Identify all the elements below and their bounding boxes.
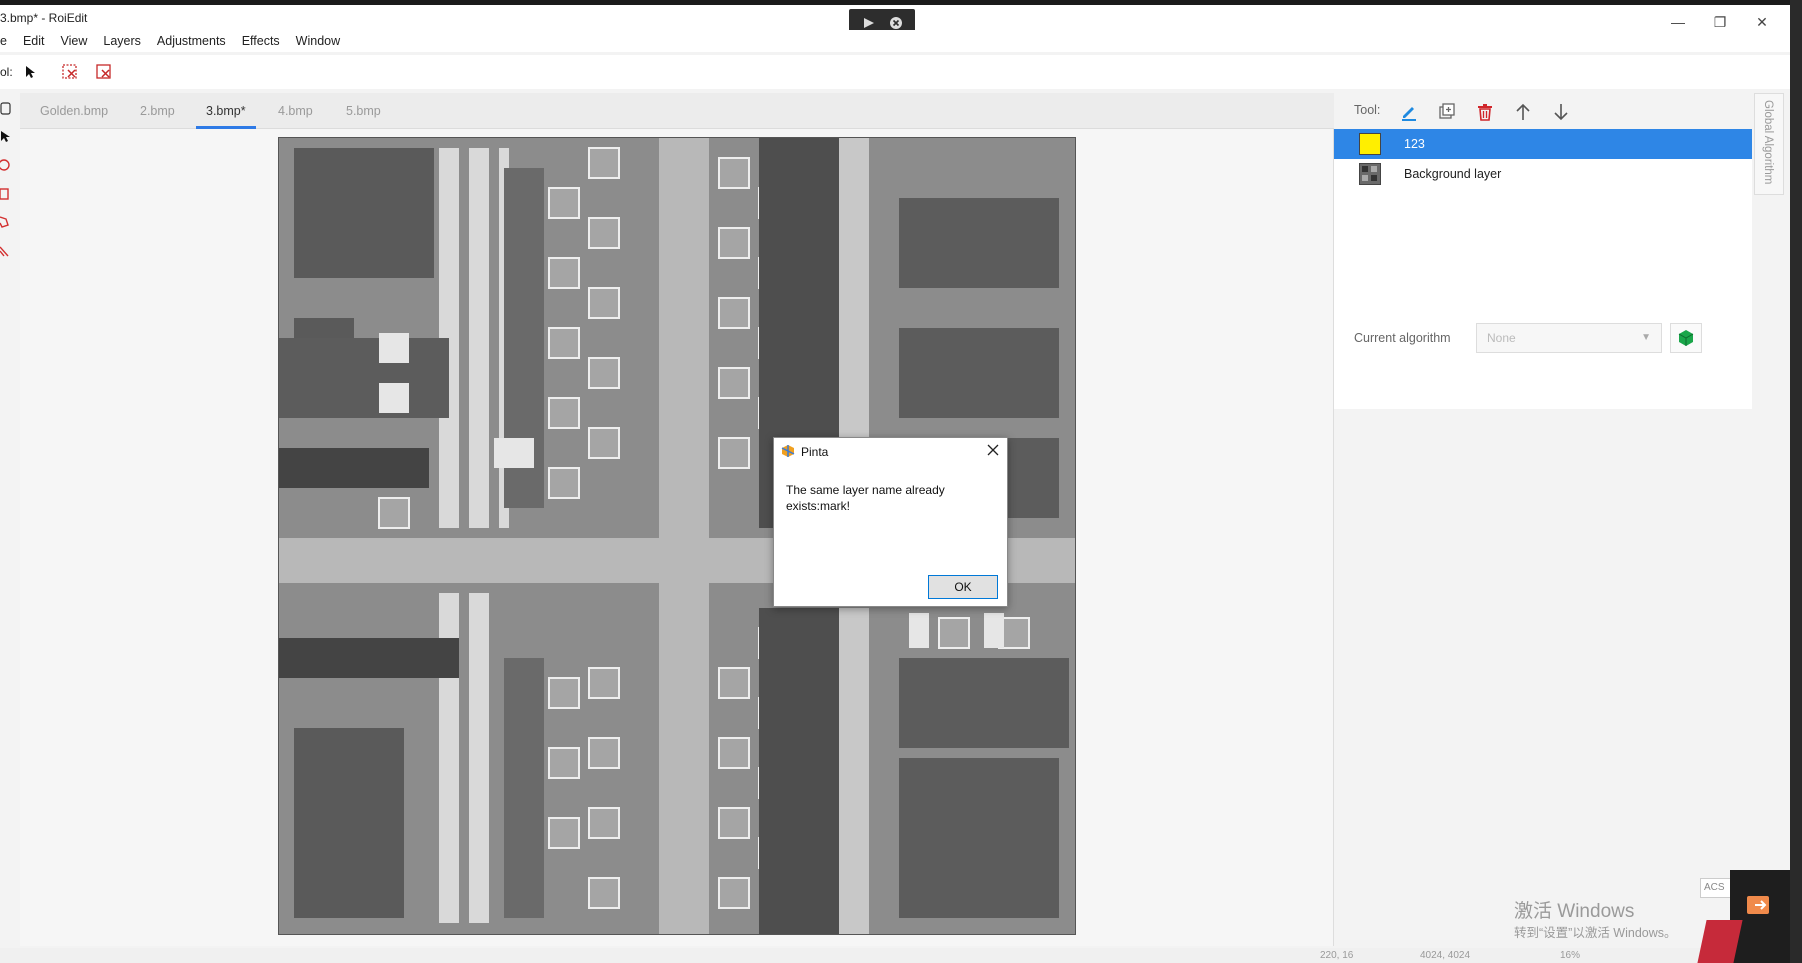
polygon-tool-icon[interactable] [0,215,12,229]
menu-window[interactable]: Window [296,34,340,48]
dialog-message: The same layer name already exists:mark! [786,483,945,513]
tab-4[interactable]: 4.bmp [268,93,323,129]
layer-list: 123 Background layer [1334,129,1752,409]
pinta-app-icon [781,445,795,457]
chevron-down-icon: ▼ [1641,332,1651,343]
layer-thumbnail [1359,163,1381,185]
tab-golden[interactable]: Golden.bmp [30,93,118,129]
background-thumb-icon [1362,166,1377,181]
export-icon[interactable] [1746,892,1774,916]
dialog-title: Pinta [801,445,829,459]
arrow-tool-icon[interactable] [0,130,12,144]
arrow-down-icon [1554,104,1568,121]
algorithm-select-value: None [1487,331,1516,345]
menu-file[interactable]: e [0,34,7,48]
layer-thumbnail [1359,133,1381,155]
menu-effects[interactable]: Effects [242,34,280,48]
menu-layers[interactable]: Layers [103,34,141,48]
close-icon: ✕ [1756,13,1768,30]
right-panel: Tool: 123 Background layer Current algor… [1334,93,1752,963]
minimize-icon: — [1671,14,1685,30]
tab-5[interactable]: 5.bmp [336,93,391,129]
rectangle-tool-icon[interactable] [0,187,12,201]
menu-bar: e Edit View Layers Adjustments Effects W… [0,30,1790,52]
left-tool-strip [0,93,18,963]
main-toolbar: ol: [0,55,1790,89]
move-layer-up-button[interactable] [1510,99,1536,125]
clear-selection-icon[interactable] [61,63,79,81]
desktop-edge [1790,0,1802,963]
status-zoom[interactable]: 16% [1560,950,1580,961]
algorithm-select[interactable]: None ▼ [1476,323,1662,353]
pencil-icon [1402,107,1416,121]
pin-icon[interactable] [862,16,876,30]
layer-row-123[interactable]: 123 [1334,129,1752,159]
move-layer-down-button[interactable] [1548,99,1574,125]
global-algorithm-label: Global Algorithm [1762,100,1774,185]
tab-3[interactable]: 3.bmp* [196,93,256,129]
menu-view[interactable]: View [61,34,88,48]
trash-icon [1478,104,1492,121]
tray-panel [1730,870,1790,963]
dialog-close-icon[interactable] [985,442,1001,458]
restore-icon: ❐ [1713,13,1727,30]
edit-layer-button[interactable] [1396,99,1422,125]
layer-name: Background layer [1404,167,1502,181]
global-algorithm-tab[interactable]: Global Algorithm [1754,93,1784,195]
layer-name: 123 [1404,137,1425,151]
roiedit-window: 3.bmp* - RoiEdit — ❐ ✕ e Edit View Layer… [0,0,1802,963]
pointer-icon[interactable] [23,65,37,79]
activation-watermark-title: 激活 Windows [1514,901,1635,922]
arrow-up-icon [1516,103,1530,120]
dialog-title-bar: Pinta [774,438,1007,464]
pinta-dialog: Pinta The same layer name already exists… [773,437,1008,607]
delete-layer-button[interactable] [1472,99,1498,125]
tool-label: ol: [0,65,13,79]
cube-icon [1678,330,1694,346]
disconnect-icon[interactable] [889,16,903,30]
dialog-ok-button[interactable]: OK [928,575,998,599]
document-tabs: Golden.bmp 2.bmp 3.bmp* 4.bmp 5.bmp [20,93,1334,129]
layer-row-background[interactable]: Background layer [1334,159,1752,189]
magic-wand-icon[interactable] [0,243,12,257]
system-tray-widget: ACS [1697,870,1790,963]
tab-2[interactable]: 2.bmp [130,93,185,129]
add-layer-button[interactable] [1434,99,1460,125]
menu-adjustments[interactable]: Adjustments [157,34,226,48]
status-coords: 220, 16 [1320,950,1354,961]
hand-icon[interactable] [0,101,12,115]
add-layer-icon [1439,103,1455,119]
layer-tool-label: Tool: [1354,103,1381,117]
activation-watermark-subtitle: 转到“设置”以激活 Windows。 [1514,926,1677,940]
status-size: 4024, 4024 [1420,950,1471,961]
algorithm-apply-button[interactable] [1670,323,1702,353]
status-bar: 220, 16 4024, 4024 16% [0,948,1790,963]
tray-badge: ACS [1700,878,1732,898]
clear-all-icon[interactable] [95,63,113,81]
ellipse-tool-icon[interactable] [0,158,12,172]
menu-edit[interactable]: Edit [23,34,45,48]
window-title: 3.bmp* - RoiEdit [0,11,88,25]
current-algorithm-label: Current algorithm [1354,331,1451,345]
